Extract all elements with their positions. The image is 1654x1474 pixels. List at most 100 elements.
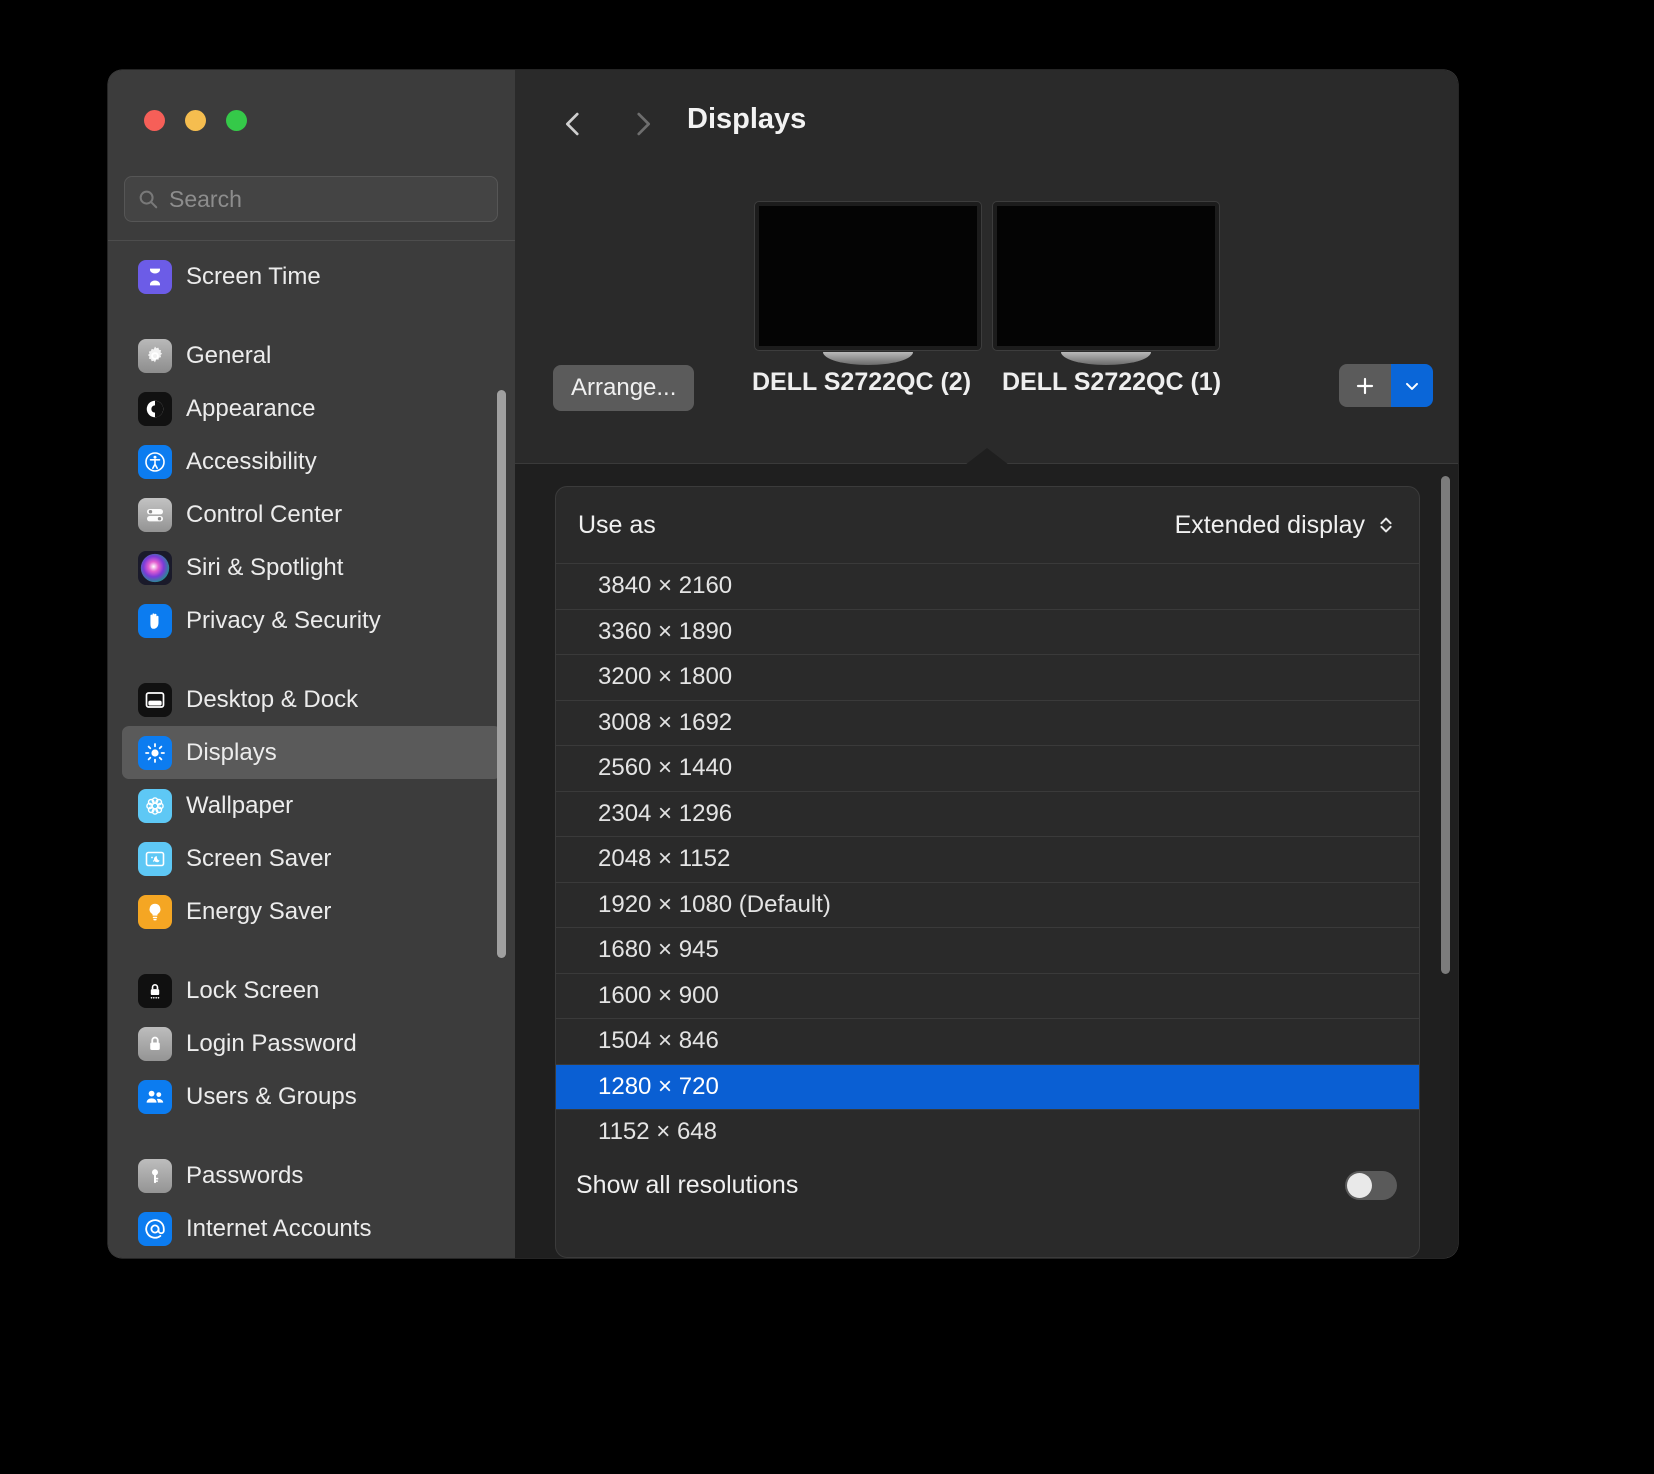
sidebar-scroll-area[interactable]: Focus Screen Time <box>108 241 515 1258</box>
monitor-thumbnail[interactable] <box>992 202 1219 365</box>
resolution-row-selected[interactable]: 1280 × 720 <box>556 1063 1419 1109</box>
back-button[interactable] <box>553 104 593 144</box>
sidebar-item-label: General <box>186 341 272 369</box>
arrange-button[interactable]: Arrange... <box>553 365 695 411</box>
sidebar-item-label: Users & Groups <box>186 1082 357 1110</box>
screen-saver-icon <box>138 841 172 876</box>
sidebar-item-label: Screen Time <box>186 262 321 290</box>
sidebar-item-focus[interactable]: Focus <box>122 241 501 250</box>
add-display-menu-button[interactable] <box>1391 364 1433 407</box>
lock-screen-icon <box>138 973 172 1008</box>
resolution-row[interactable]: 3008 × 1692 <box>556 699 1419 746</box>
monitor-thumbnail[interactable] <box>754 202 981 365</box>
resolution-row[interactable]: 3840 × 2160 <box>556 563 1419 609</box>
plus-icon <box>1356 377 1374 394</box>
sidebar-item-screen-saver[interactable]: Screen Saver <box>122 832 501 885</box>
toggle-knob <box>1347 1173 1372 1198</box>
sidebar-item-users-groups[interactable]: Users & Groups <box>122 1070 501 1123</box>
sidebar-list: Focus Screen Time <box>108 241 515 1255</box>
sidebar-item-label: Energy Saver <box>186 897 332 925</box>
minimize-button[interactable] <box>185 110 206 131</box>
close-button[interactable] <box>144 110 165 131</box>
gear-icon <box>138 338 172 373</box>
main-scrollbar[interactable] <box>1441 476 1450 974</box>
resolution-row[interactable]: 1920 × 1080 (Default) <box>556 881 1419 928</box>
sidebar-scrollbar[interactable] <box>497 390 506 958</box>
show-all-resolutions-label: Show all resolutions <box>576 1171 799 1199</box>
monitor-name: DELL S2722QC (1) <box>1001 368 1222 396</box>
zoom-button[interactable] <box>226 110 247 131</box>
sidebar-item-passwords[interactable]: Passwords <box>122 1149 501 1202</box>
monitor-stand <box>1060 352 1151 365</box>
screen-time-icon <box>138 259 172 294</box>
resolution-row[interactable]: 2560 × 1440 <box>556 745 1419 791</box>
sidebar-item-privacy-security[interactable]: Privacy & Security <box>122 594 501 647</box>
sidebar-item-label: Privacy & Security <box>186 606 381 634</box>
resolution-list[interactable]: 3840 × 2160 3360 × 1890 3200 × 1800 3008… <box>556 563 1419 1155</box>
resolution-row[interactable]: 3200 × 1800 <box>556 654 1419 700</box>
chevron-right-icon <box>637 112 651 136</box>
at-sign-icon <box>138 1211 172 1246</box>
sidebar-item-login-password[interactable]: Login Password <box>122 1017 501 1070</box>
key-icon <box>138 1158 172 1193</box>
add-display-button[interactable] <box>1339 364 1391 407</box>
sidebar-item-screen-time[interactable]: Screen Time <box>122 250 501 303</box>
resolution-row[interactable]: 2048 × 1152 <box>556 836 1419 882</box>
window-controls <box>144 110 247 131</box>
page-title: Displays <box>687 103 807 135</box>
wallpaper-icon <box>138 788 172 823</box>
search-input[interactable] <box>169 185 485 213</box>
chevron-left-icon <box>565 112 579 136</box>
resolution-row[interactable]: 3360 × 1890 <box>556 608 1419 655</box>
control-center-icon <box>138 497 172 532</box>
sidebar-item-accessibility[interactable]: Accessibility <box>122 435 501 488</box>
sidebar-item-label: Screen Saver <box>186 844 332 872</box>
resolution-row[interactable]: 1152 × 648 <box>556 1109 1419 1155</box>
use-as-row: Use as Extended display <box>556 487 1419 563</box>
show-all-resolutions-toggle[interactable] <box>1345 1171 1397 1200</box>
display-picker-strip: DELL S2722QC (2) DELL S2722QC (1) Arrang… <box>515 180 1458 465</box>
resolution-row[interactable]: 1504 × 846 <box>556 1018 1419 1064</box>
forward-button[interactable] <box>623 104 663 144</box>
sidebar-item-label: Passwords <box>186 1161 304 1189</box>
accessibility-icon <box>138 444 172 479</box>
monitor-stand <box>822 352 913 365</box>
monitor-name: DELL S2722QC (2) <box>751 368 972 396</box>
use-as-popup-button[interactable]: Extended display <box>1175 511 1397 540</box>
selection-caret <box>964 448 1009 465</box>
siri-icon <box>138 550 172 585</box>
monitor-screen <box>992 202 1219 350</box>
sidebar-item-general[interactable]: General <box>122 329 501 382</box>
sidebar-item-label: Login Password <box>186 1029 357 1057</box>
resolution-row[interactable]: 1680 × 945 <box>556 927 1419 973</box>
use-as-label: Use as <box>578 510 656 539</box>
main-content: Displays DELL S2722QC (2) DELL S2722QC (… <box>515 70 1458 1258</box>
monitor-thumbnails <box>754 202 1219 365</box>
sidebar-item-lock-screen[interactable]: Lock Screen <box>122 964 501 1017</box>
sidebar-item-displays[interactable]: Displays <box>122 726 501 779</box>
sidebar-item-label: Control Center <box>186 500 343 528</box>
add-display-group <box>1339 364 1433 407</box>
chevron-up-down-icon <box>1380 517 1392 533</box>
sidebar-item-siri-spotlight[interactable]: Siri & Spotlight <box>122 541 501 594</box>
settings-area: Use as Extended display 3840 × 2160 3360… <box>515 464 1458 1258</box>
sidebar-item-appearance[interactable]: Appearance <box>122 382 501 435</box>
chevron-down-icon <box>1406 382 1418 390</box>
system-settings-window: Focus Screen Time <box>108 70 1458 1258</box>
sidebar-item-control-center[interactable]: Control Center <box>122 488 501 541</box>
lightbulb-icon <box>138 894 172 929</box>
sidebar-item-desktop-dock[interactable]: Desktop & Dock <box>122 673 501 726</box>
appearance-icon <box>138 391 172 426</box>
sidebar-item-internet-accounts[interactable]: Internet Accounts <box>122 1202 501 1255</box>
sidebar-item-wallpaper[interactable]: Wallpaper <box>122 779 501 832</box>
sidebar-item-energy-saver[interactable]: Energy Saver <box>122 885 501 938</box>
sidebar: Focus Screen Time <box>108 70 515 1258</box>
sidebar-item-label: Displays <box>186 738 277 766</box>
sidebar-item-label: Internet Accounts <box>186 1214 372 1242</box>
sidebar-item-label: Appearance <box>186 394 316 422</box>
resolution-row[interactable]: 1600 × 900 <box>556 972 1419 1019</box>
search-field[interactable] <box>124 176 498 222</box>
resolution-row[interactable]: 2304 × 1296 <box>556 790 1419 837</box>
